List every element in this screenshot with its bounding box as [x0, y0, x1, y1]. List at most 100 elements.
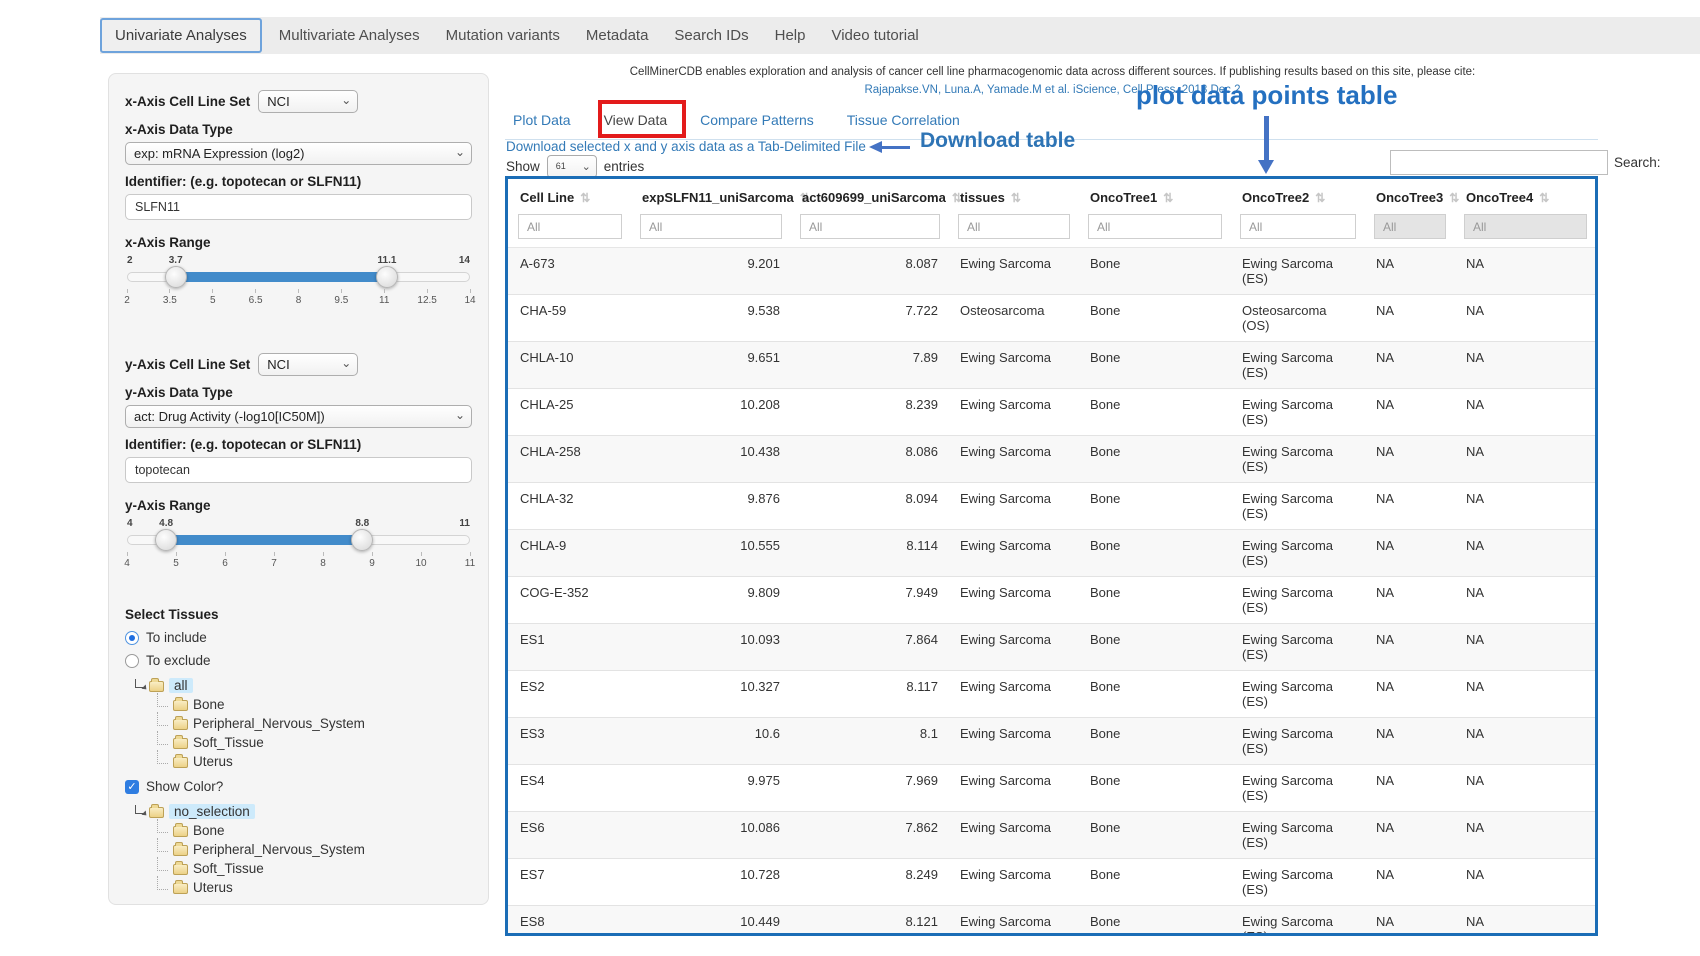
column-filter-input[interactable] — [640, 214, 782, 239]
table-cell: 7.862 — [790, 812, 948, 859]
table-row[interactable]: ES310.68.1Ewing SarcomaBoneEwing Sarcoma… — [508, 718, 1595, 765]
slider-handle-low[interactable] — [155, 529, 177, 551]
slider-handle-high[interactable] — [376, 266, 398, 288]
sort-icon[interactable]: ⇅ — [1163, 191, 1173, 205]
tree-connector-icon — [157, 819, 168, 833]
tree-item[interactable]: Uterus — [157, 878, 472, 897]
nav-tab-multivariate-analyses[interactable]: Multivariate Analyses — [266, 19, 433, 52]
table-row[interactable]: ES210.3278.117Ewing SarcomaBoneEwing Sar… — [508, 671, 1595, 718]
table-cell: 10.086 — [630, 812, 790, 859]
table-cell: 10.6 — [630, 718, 790, 765]
table-cell: 10.327 — [630, 671, 790, 718]
slider-handle-low[interactable] — [165, 266, 187, 288]
tissue-tree-include: all BonePeripheral_Nervous_SystemSoft_Tis… — [135, 676, 472, 771]
tree-item[interactable]: Bone — [157, 695, 472, 714]
nav-tab-mutation-variants[interactable]: Mutation variants — [433, 19, 573, 52]
sort-icon[interactable]: ⇅ — [1315, 191, 1325, 205]
sort-icon[interactable]: ⇅ — [580, 191, 590, 205]
table-cell: NA — [1454, 624, 1595, 671]
column-header-oncotree1[interactable]: OncoTree1⇅ — [1078, 179, 1230, 212]
column-filter-input[interactable] — [1374, 214, 1446, 239]
column-header-expslfn11_unisarcoma[interactable]: expSLFN11_uniSarcoma⇅ — [630, 179, 790, 212]
tree-item[interactable]: Peripheral_Nervous_System — [157, 840, 472, 859]
radio-to-exclude[interactable] — [125, 654, 139, 668]
table-cell: Ewing Sarcoma — [948, 624, 1078, 671]
table-row[interactable]: ES610.0867.862Ewing SarcomaBoneEwing Sar… — [508, 812, 1595, 859]
table-cell: Bone — [1078, 436, 1230, 483]
tree-root-label[interactable]: no_selection — [169, 804, 255, 819]
y-data-type-select[interactable]: act: Drug Activity (-log10[IC50M]) ⌄ — [125, 405, 472, 428]
sort-icon[interactable]: ⇅ — [1011, 191, 1021, 205]
nav-tab-search-ids[interactable]: Search IDs — [661, 19, 761, 52]
table-cell: Ewing Sarcoma — [948, 859, 1078, 906]
column-filter-input[interactable] — [800, 214, 940, 239]
column-header-cell line[interactable]: Cell Line⇅ — [508, 179, 630, 212]
table-row[interactable]: CHLA-2510.2088.239Ewing SarcomaBoneEwing… — [508, 389, 1595, 436]
table-row[interactable]: CHLA-910.5558.114Ewing SarcomaBoneEwing … — [508, 530, 1595, 577]
slider-tick-label: 14 — [458, 289, 482, 306]
table-row[interactable]: ES110.0937.864Ewing SarcomaBoneEwing Sar… — [508, 624, 1595, 671]
x-data-type-select[interactable]: exp: mRNA Expression (log2) ⌄ — [125, 142, 472, 165]
column-filter-input[interactable] — [1240, 214, 1356, 239]
entries-select[interactable]: 61 ⌄ — [547, 155, 597, 178]
y-identifier-input[interactable] — [125, 457, 472, 483]
tab-tissue-correlation[interactable]: Tissue Correlation — [847, 112, 960, 128]
slider-tick-label: 12.5 — [415, 289, 439, 306]
download-tab-delimited-link[interactable]: Download selected x and y axis data as a… — [506, 139, 866, 154]
tree-item[interactable]: Bone — [157, 821, 472, 840]
nav-tab-video-tutorial[interactable]: Video tutorial — [818, 19, 931, 52]
column-filter-input[interactable] — [518, 214, 622, 239]
radio-to-include[interactable] — [125, 631, 139, 645]
table-row[interactable]: ES49.9757.969Ewing SarcomaBoneEwing Sarc… — [508, 765, 1595, 812]
y-axis-range-slider[interactable]: 4 11 4.8 8.8 4567891011 — [127, 518, 470, 576]
table-row[interactable]: ES810.4498.121Ewing SarcomaBoneEwing Sar… — [508, 906, 1595, 937]
column-header-oncotree2[interactable]: OncoTree2⇅ — [1230, 179, 1364, 212]
chevron-down-icon: ⌄ — [341, 90, 351, 111]
table-row[interactable]: A-6739.2018.087Ewing SarcomaBoneEwing Sa… — [508, 248, 1595, 295]
column-header-act609699_unisarcoma[interactable]: act609699_uniSarcoma⇅ — [790, 179, 948, 212]
tree-item[interactable]: Soft_Tissue — [157, 733, 472, 752]
tab-plot-data[interactable]: Plot Data — [513, 112, 571, 128]
table-row[interactable]: CHLA-25810.4388.086Ewing SarcomaBoneEwin… — [508, 436, 1595, 483]
column-header-oncotree4[interactable]: OncoTree4⇅ — [1454, 179, 1595, 212]
table-cell: 10.449 — [630, 906, 790, 937]
table-cell: Bone — [1078, 859, 1230, 906]
citation-link[interactable]: Rajapakse.VN, Luna.A, Yamade.M et al. iS… — [505, 84, 1600, 96]
tree-item[interactable]: Soft_Tissue — [157, 859, 472, 878]
table-row[interactable]: CHLA-329.8768.094Ewing SarcomaBoneEwing … — [508, 483, 1595, 530]
table-row[interactable]: ES710.7288.249Ewing SarcomaBoneEwing Sar… — [508, 859, 1595, 906]
table-cell: Bone — [1078, 389, 1230, 436]
table-cell: NA — [1364, 577, 1454, 624]
folder-icon — [173, 757, 188, 768]
x-identifier-input[interactable] — [125, 194, 472, 220]
column-filter-input[interactable] — [958, 214, 1070, 239]
table-row[interactable]: COG-E-3529.8097.949Ewing SarcomaBoneEwin… — [508, 577, 1595, 624]
y-data-type-label: y-Axis Data Type — [125, 385, 472, 400]
tree-item[interactable]: Uterus — [157, 752, 472, 771]
table-cell: Bone — [1078, 342, 1230, 389]
y-cell-line-set-select[interactable]: NCI ⌄ — [258, 353, 358, 376]
column-filter-input[interactable] — [1088, 214, 1222, 239]
nav-tab-metadata[interactable]: Metadata — [573, 19, 662, 52]
table-row[interactable]: CHLA-109.6517.89Ewing SarcomaBoneEwing S… — [508, 342, 1595, 389]
column-header-oncotree3[interactable]: OncoTree3⇅ — [1364, 179, 1454, 212]
sort-icon[interactable]: ⇅ — [1539, 191, 1549, 205]
tree-root-row[interactable]: all — [135, 676, 472, 695]
column-header-tissues[interactable]: tissues⇅ — [948, 179, 1078, 212]
show-color-checkbox[interactable]: ✓ — [125, 780, 139, 794]
column-filter-input[interactable] — [1464, 214, 1587, 239]
x-axis-range-slider[interactable]: 2 14 3.7 11.1 23.556.589.51112.514 — [127, 255, 470, 313]
sort-icon[interactable]: ⇅ — [1449, 191, 1459, 205]
tree-root-row[interactable]: no_selection — [135, 802, 472, 821]
table-row[interactable]: CHA-599.5387.722OsteosarcomaBoneOsteosar… — [508, 295, 1595, 342]
y-identifier-label: Identifier: (e.g. topotecan or SLFN11) — [125, 437, 472, 452]
tree-item[interactable]: Peripheral_Nervous_System — [157, 714, 472, 733]
slider-handle-high[interactable] — [351, 529, 373, 551]
table-cell: NA — [1454, 342, 1595, 389]
tree-root-label[interactable]: all — [169, 678, 193, 693]
search-input[interactable] — [1390, 150, 1608, 175]
tab-compare-patterns[interactable]: Compare Patterns — [700, 112, 814, 128]
nav-tab-univariate-analyses[interactable]: Univariate Analyses — [100, 18, 262, 53]
nav-tab-help[interactable]: Help — [762, 19, 819, 52]
x-cell-line-set-select[interactable]: NCI ⌄ — [258, 90, 358, 113]
